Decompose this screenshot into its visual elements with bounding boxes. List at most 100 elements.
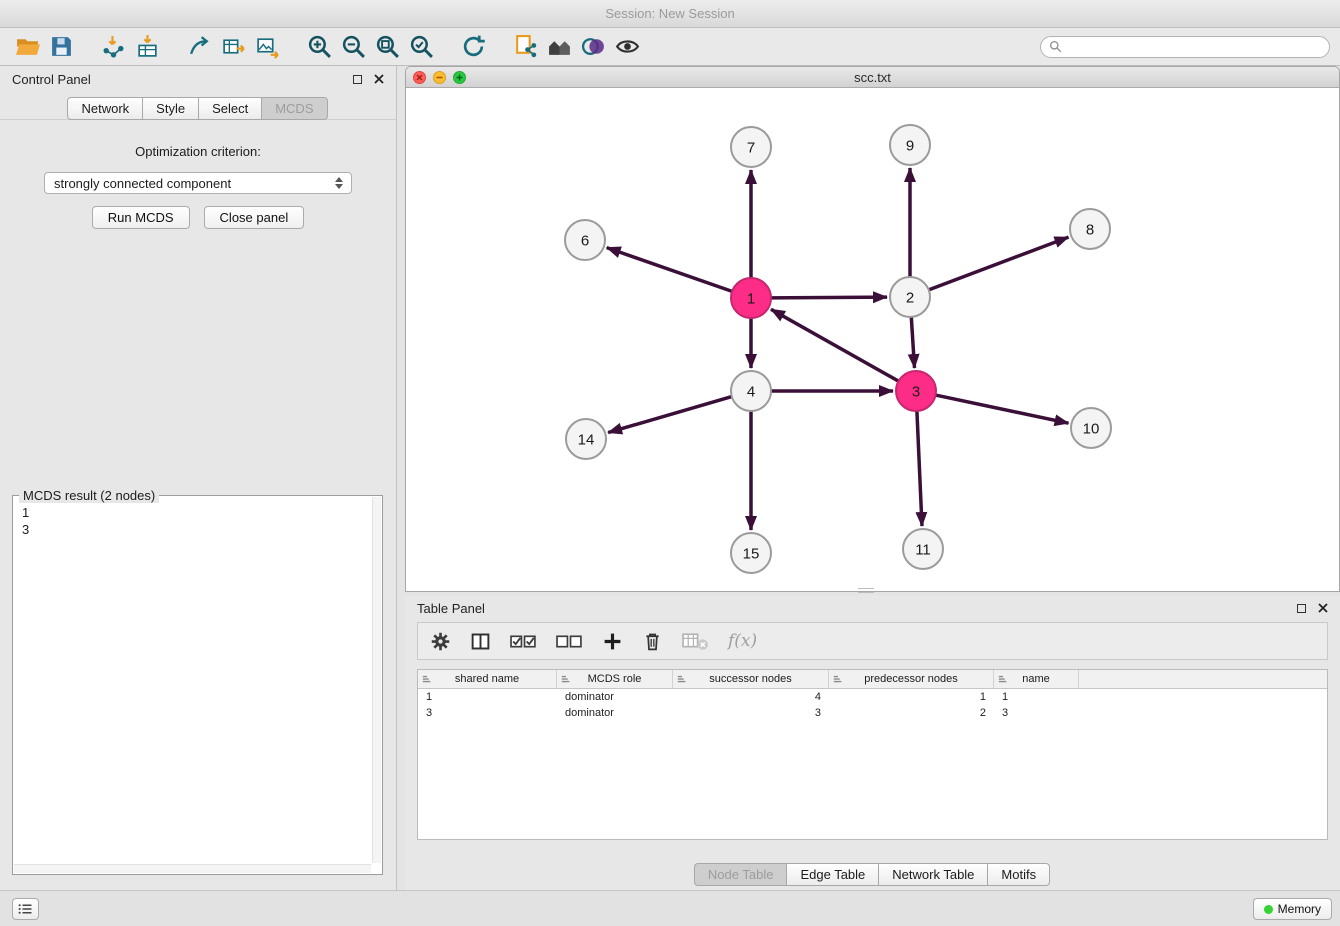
- status-bar: Memory: [0, 890, 1340, 926]
- table-cell: dominator: [557, 707, 673, 719]
- table-settings-button[interactable]: [428, 629, 453, 654]
- graph-edge-3-11[interactable]: [917, 411, 922, 526]
- delete-column-button[interactable]: [680, 629, 711, 654]
- zoom-window-button[interactable]: [453, 71, 466, 84]
- graph-node-6[interactable]: 6: [565, 220, 605, 260]
- export-image-button[interactable]: [250, 31, 284, 63]
- duplicate-network-button[interactable]: [508, 31, 542, 63]
- graph-edge-4-14[interactable]: [608, 397, 732, 433]
- graph-edge-1-6[interactable]: [607, 248, 732, 292]
- splitter-grip[interactable]: [858, 588, 874, 593]
- close-panel-button[interactable]: Close panel: [204, 206, 305, 229]
- float-panel-icon[interactable]: [353, 75, 362, 84]
- delete-selected-rows-button[interactable]: [640, 629, 665, 654]
- control-panel-tab-select[interactable]: Select: [198, 97, 262, 120]
- zoom-selected-icon: [409, 34, 434, 59]
- import-network-icon: [101, 34, 126, 59]
- zoom-selected-button[interactable]: [404, 31, 438, 63]
- table-cell: 4: [673, 691, 829, 703]
- refresh-layout-button[interactable]: [456, 31, 490, 63]
- graph-edge-2-3[interactable]: [911, 317, 914, 368]
- criterion-dropdown[interactable]: strongly connected component: [44, 172, 352, 194]
- table-tab-node-table[interactable]: Node Table: [694, 863, 788, 886]
- column-header-mcds-role[interactable]: MCDS role: [557, 670, 673, 688]
- svg-text:6: 6: [581, 233, 589, 250]
- minimize-window-button[interactable]: [433, 71, 446, 84]
- graph-node-15[interactable]: 15: [731, 533, 771, 573]
- table-tab-network-table[interactable]: Network Table: [878, 863, 988, 886]
- plus-icon: [602, 631, 623, 652]
- zoom-out-button[interactable]: [336, 31, 370, 63]
- column-header-successor-nodes[interactable]: successor nodes: [673, 670, 829, 688]
- graph-edge-3-1[interactable]: [771, 309, 899, 381]
- first-neighbors-button[interactable]: [542, 31, 576, 63]
- network-canvas[interactable]: 7 9 6 8 1 2 4 3 14 10 15 11: [406, 88, 1339, 591]
- graph-node-9[interactable]: 9: [890, 125, 930, 165]
- apply-style-button[interactable]: [576, 31, 610, 63]
- show-panels-button[interactable]: [12, 898, 39, 920]
- list-icon: [18, 903, 33, 915]
- column-header-shared-name[interactable]: shared name: [418, 670, 557, 688]
- import-network-button[interactable]: [96, 31, 130, 63]
- open-session-button[interactable]: [10, 31, 44, 63]
- result-horizontal-scrollbar[interactable]: [14, 864, 371, 873]
- search-icon: [1049, 40, 1062, 53]
- memory-button[interactable]: Memory: [1253, 898, 1332, 920]
- network-window-titlebar[interactable]: scc.txt: [406, 67, 1339, 88]
- graph-edge-1-2[interactable]: [771, 297, 887, 298]
- graph-node-2[interactable]: 2: [890, 277, 930, 317]
- sort-icon: [561, 674, 571, 685]
- mcds-result-title: MCDS result (2 nodes): [19, 488, 159, 503]
- table-tab-edge-table[interactable]: Edge Table: [786, 863, 879, 886]
- graph-node-8[interactable]: 8: [1070, 209, 1110, 249]
- search-input[interactable]: [1066, 40, 1321, 54]
- export-network-button[interactable]: [182, 31, 216, 63]
- table-tab-motifs[interactable]: Motifs: [987, 863, 1050, 886]
- table-cell: 1: [418, 691, 557, 703]
- graph-node-14[interactable]: 14: [566, 419, 606, 459]
- result-vertical-scrollbar[interactable]: [372, 497, 381, 863]
- graph-node-4[interactable]: 4: [731, 371, 771, 411]
- zoom-fit-button[interactable]: [370, 31, 404, 63]
- table-panel-header: Table Panel: [405, 595, 1340, 621]
- control-panel-tabs: NetworkStyleSelectMCDS: [0, 96, 396, 119]
- close-table-panel-icon[interactable]: [1318, 603, 1328, 613]
- export-table-button[interactable]: [216, 31, 250, 63]
- show-hide-graphics-button[interactable]: [610, 31, 644, 63]
- graph-node-7[interactable]: 7: [731, 127, 771, 167]
- zoom-in-button[interactable]: [302, 31, 336, 63]
- network-window-title: scc.txt: [854, 70, 891, 85]
- control-panel-tab-style[interactable]: Style: [142, 97, 199, 120]
- float-table-panel-icon[interactable]: [1297, 604, 1306, 613]
- graph-edge-2-8[interactable]: [929, 237, 1069, 290]
- add-column-button[interactable]: [600, 629, 625, 654]
- graph-node-1[interactable]: 1: [731, 278, 771, 318]
- function-builder-button[interactable]: f(x): [726, 631, 759, 651]
- graph-node-11[interactable]: 11: [903, 529, 943, 569]
- import-table-button[interactable]: [130, 31, 164, 63]
- table-panel: Table Panel f(x) shar: [405, 595, 1340, 890]
- search-box[interactable]: [1040, 36, 1330, 58]
- run-mcds-button[interactable]: Run MCDS: [92, 206, 190, 229]
- close-panel-icon[interactable]: [374, 74, 384, 84]
- sort-icon: [677, 674, 687, 685]
- save-session-button[interactable]: [44, 31, 78, 63]
- network-graph[interactable]: 7 9 6 8 1 2 4 3 14 10 15 11: [406, 88, 1339, 591]
- control-panel: Control Panel NetworkStyleSelectMCDS Opt…: [0, 66, 397, 890]
- window-titlebar[interactable]: Session: New Session: [0, 0, 1340, 28]
- column-header-name[interactable]: name: [994, 670, 1079, 688]
- column-visibility-button[interactable]: [468, 629, 493, 654]
- graph-node-10[interactable]: 10: [1071, 408, 1111, 448]
- close-window-button[interactable]: [413, 71, 426, 84]
- table-row[interactable]: 1dominator411: [418, 689, 1327, 705]
- control-panel-tab-mcds[interactable]: MCDS: [261, 97, 327, 120]
- mcds-result-box: MCDS result (2 nodes) 13: [12, 495, 383, 875]
- column-header-predecessor-nodes[interactable]: predecessor nodes: [829, 670, 994, 688]
- table-row[interactable]: 3dominator323: [418, 705, 1327, 721]
- deselect-all-rows-button[interactable]: [554, 629, 585, 654]
- control-panel-tab-network[interactable]: Network: [67, 97, 143, 120]
- table-cell: 3: [994, 707, 1079, 719]
- select-all-rows-button[interactable]: [508, 629, 539, 654]
- graph-node-3[interactable]: 3: [896, 371, 936, 411]
- graph-edge-3-10[interactable]: [936, 395, 1069, 423]
